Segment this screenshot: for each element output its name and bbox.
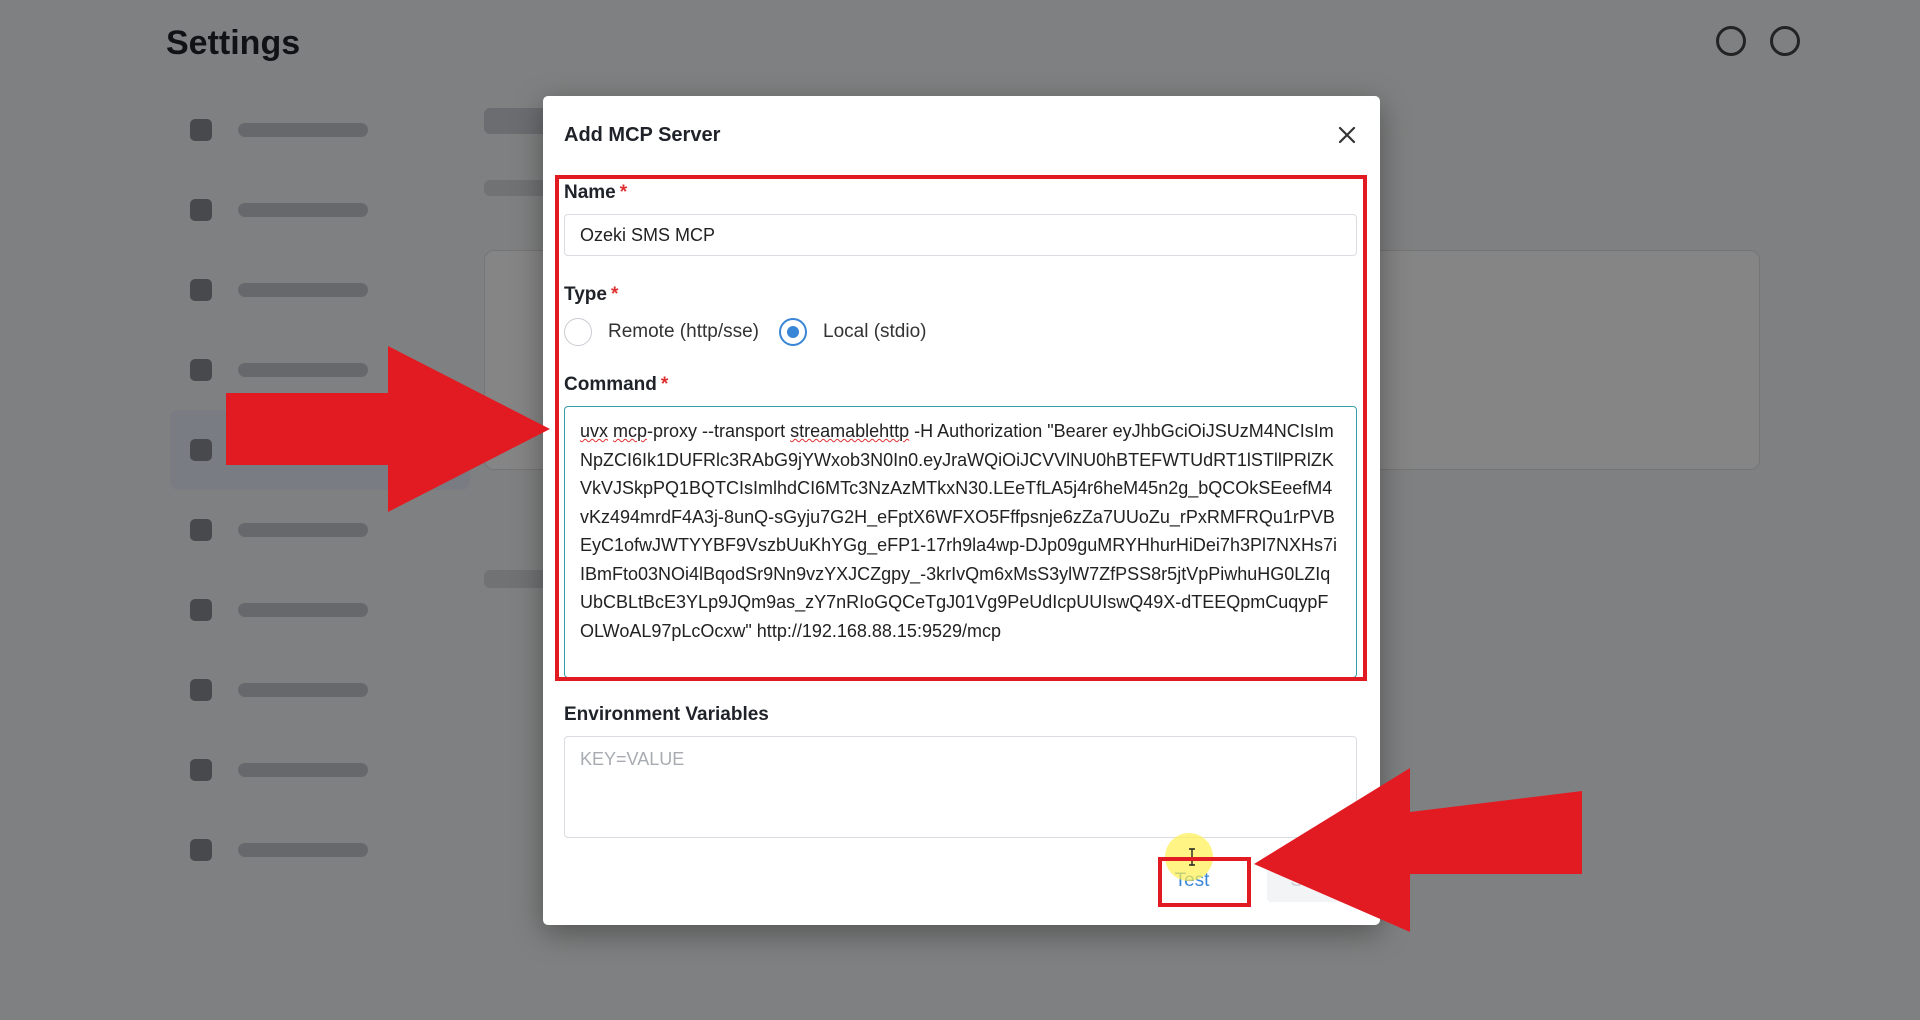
close-icon (1338, 126, 1356, 144)
env-vars-textarea[interactable] (564, 736, 1357, 838)
dialog-title: Add MCP Server (564, 124, 721, 146)
annotation-arrow-left-icon (1254, 768, 1582, 932)
close-button[interactable] (1332, 120, 1362, 150)
annotation-highlight-form (555, 175, 1367, 681)
env-vars-label: Environment Variables (564, 704, 769, 725)
annotation-arrow-right-icon (226, 346, 550, 512)
annotation-highlight-test (1158, 857, 1251, 907)
